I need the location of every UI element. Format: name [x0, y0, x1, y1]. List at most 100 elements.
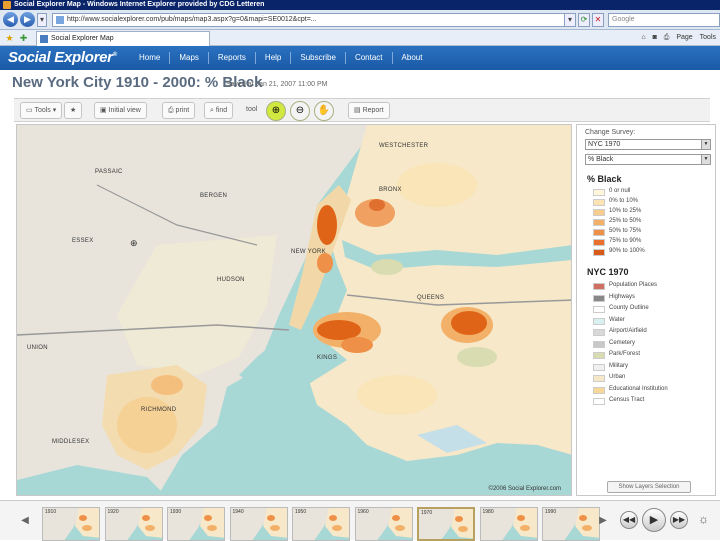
legend-swatch — [593, 199, 605, 206]
choropleth-map[interactable] — [17, 125, 572, 496]
nav-maps[interactable]: Maps — [170, 46, 208, 70]
url-dropdown-icon[interactable]: ▾ — [564, 13, 576, 27]
page-icon — [56, 16, 64, 24]
map-toolbar: ▭ Tools ▾ ★ ▣ Initial view ⎙ print ⌕ fin… — [14, 98, 710, 122]
nav-reports[interactable]: Reports — [209, 46, 255, 70]
timeline-thumbnail[interactable]: 1970 — [417, 507, 475, 541]
label-queens: QUEENS — [417, 295, 445, 301]
thumbnail-caption: 1930 — [170, 509, 182, 515]
nav-about[interactable]: About — [393, 46, 432, 70]
print-label: print — [175, 107, 190, 114]
survey-value: NYC 1970 — [588, 141, 621, 148]
layer-swatch — [593, 294, 605, 302]
history-dropdown-icon[interactable]: ▾ — [37, 13, 47, 27]
logo-text: Social Explorer — [8, 49, 113, 66]
logo[interactable]: Social Explorer® — [8, 49, 117, 66]
timeline-thumbnail[interactable]: 1930 — [167, 507, 225, 541]
nav-home[interactable]: Home — [130, 46, 169, 70]
timeline-thumbnail[interactable]: 1950 — [292, 507, 350, 541]
legend-class-label: 0 or null — [609, 188, 631, 194]
search-input[interactable]: Google — [608, 13, 720, 27]
timeline-thumbnail[interactable]: 1960 — [354, 507, 413, 541]
thumbnail-caption: 1910 — [45, 509, 57, 515]
tab-social-explorer[interactable]: Social Explorer Map — [36, 31, 210, 46]
app-header: Social Explorer® Home Maps Reports Help … — [0, 46, 720, 70]
nav-contact[interactable]: Contact — [346, 46, 392, 70]
initial-view-button[interactable]: ▣ Initial view — [94, 102, 147, 119]
zoom-out-icon[interactable]: ⊖ — [290, 101, 310, 121]
legend-heading: % Black — [587, 174, 622, 184]
thumbnail-caption: 1980 — [482, 509, 494, 515]
find-button[interactable]: ⌕ find — [204, 102, 234, 119]
label-westchester: WESTCHESTER — [379, 143, 429, 149]
variable-value: % Black — [588, 156, 614, 163]
favorite-view-icon[interactable]: ★ — [64, 102, 82, 119]
timeline-thumbnail[interactable]: 1980 — [479, 507, 538, 541]
scroll-left-icon[interactable]: ◀ — [20, 511, 30, 531]
command-bar: ⌂ ◙ ⎙ Page Tools — [636, 32, 716, 44]
label-union: UNION — [27, 345, 48, 351]
legend-panel: Change Survey: NYC 1970 ▼ % Black ▼ % Blac… — [576, 124, 716, 496]
forward-icon[interactable]: ▶ — [20, 12, 35, 27]
tool-label: tool — [246, 106, 258, 113]
layer-label: Population Places — [609, 282, 658, 288]
saved-timestamp: Saved at Jan 21, 2007 11:00 PM — [226, 81, 328, 88]
timeline-thumbnail[interactable]: 1910 — [42, 507, 100, 541]
tools-menu[interactable]: Tools — [700, 34, 716, 41]
chevron-down-icon: ▼ — [701, 155, 710, 164]
play-icon[interactable]: ▶ — [642, 508, 666, 532]
scroll-right-icon[interactable]: ▶ — [598, 511, 608, 531]
add-favorites-icon[interactable]: ✚ — [18, 33, 29, 43]
print-button[interactable]: ⎙ print — [162, 102, 196, 119]
back-icon[interactable]: ◀ — [3, 12, 18, 27]
settings-icon[interactable]: ☼ — [698, 512, 709, 526]
feeds-icon[interactable]: ◙ — [653, 34, 657, 41]
rewind-icon[interactable]: ◀◀ — [620, 511, 638, 529]
home-icon[interactable]: ⌂ — [641, 34, 645, 41]
tools-button[interactable]: ▭ Tools ▾ — [20, 102, 63, 119]
report-button[interactable]: ▤ Report — [348, 102, 390, 119]
tab-favicon — [40, 35, 48, 43]
nav-help[interactable]: Help — [256, 46, 290, 70]
tab-bar: ★ ✚ Social Explorer Map ⌂ ◙ ⎙ Page Tools — [0, 30, 720, 46]
layer-swatch — [593, 340, 605, 348]
layer-label: Park/Forest — [609, 351, 641, 357]
layer-swatch — [593, 306, 605, 313]
initial-view-label: Initial view — [108, 107, 141, 114]
legend-swatch — [593, 229, 605, 236]
legend-class-label: 50% to 75% — [609, 228, 642, 234]
legend-swatch — [593, 209, 605, 216]
label-bronx: BRONX — [379, 187, 402, 193]
pan-hand-icon[interactable]: ✋ — [314, 101, 334, 121]
timeline-thumbnail[interactable]: 1940 — [229, 507, 288, 541]
layer-label: Military — [609, 362, 628, 369]
legend-class-label: 75% to 90% — [609, 238, 642, 244]
print-icon[interactable]: ⎙ — [664, 34, 670, 41]
stop-icon[interactable]: ✕ — [592, 13, 604, 27]
legend-swatch — [593, 219, 605, 226]
show-layers-button[interactable]: Show Layers Selection — [607, 481, 691, 493]
layer-label: Educational Institution — [609, 385, 668, 392]
window-title: Social Explorer Map - Windows Internet E… — [14, 1, 265, 8]
ie-icon — [3, 1, 11, 9]
report-label: Report — [362, 107, 384, 114]
search-placeholder: Google — [612, 16, 635, 23]
page-menu[interactable]: Page — [676, 34, 692, 41]
timeline-thumbnail[interactable]: 1990 — [542, 507, 600, 541]
legend-swatch — [593, 239, 605, 246]
nav-subscribe[interactable]: Subscribe — [291, 46, 345, 70]
label-kings: KINGS — [317, 355, 338, 361]
refresh-icon[interactable]: ⟳ — [578, 13, 590, 27]
zoom-in-icon[interactable]: ⊕ — [266, 101, 286, 121]
layer-label: County Outline — [609, 305, 649, 311]
layer-swatch — [593, 352, 605, 359]
timeline-thumbnail[interactable]: 1920 — [104, 507, 163, 541]
variable-select[interactable]: % Black ▼ — [585, 154, 711, 165]
map-canvas[interactable]: WESTCHESTER BRONX PASSAIC BERGEN ESSEX ⊕… — [16, 124, 572, 496]
favorites-star-icon[interactable]: ★ — [4, 33, 15, 43]
legend-class-label: 0% to 10% — [609, 198, 639, 204]
tab-label: Social Explorer Map — [51, 35, 114, 42]
url-input[interactable]: http://www.socialexplorer.com/pub/maps/m… — [52, 13, 572, 27]
survey-select[interactable]: NYC 1970 ▼ — [585, 139, 711, 150]
fast-forward-icon[interactable]: ▶▶ — [670, 511, 688, 529]
